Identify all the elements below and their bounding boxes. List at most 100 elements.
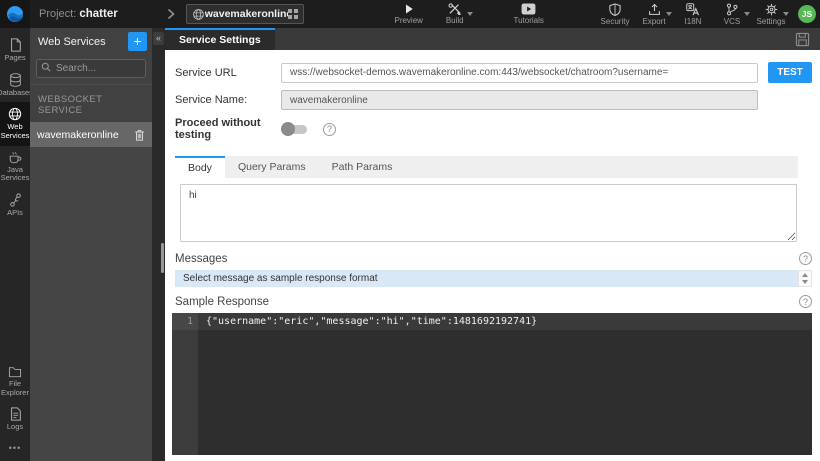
sidebar-item-web-services[interactable]: Web Services	[0, 102, 30, 146]
project-label: Project:	[39, 8, 77, 20]
service-url-label: Service URL	[175, 66, 237, 79]
service-list-item-wavemakeronline[interactable]: wavemakeronline	[30, 122, 152, 147]
top-bar: Project: chatter wavemakeronline Preview	[0, 0, 820, 28]
tab-path-params[interactable]: Path Params	[319, 156, 406, 178]
sample-response-help-icon[interactable]: ?	[799, 295, 812, 308]
scroll-up-icon[interactable]	[802, 273, 808, 277]
editor-tab-bar: Service Settings	[165, 28, 820, 50]
api-nodes-icon	[9, 193, 21, 207]
service-item-label: wavemakeronline	[37, 128, 119, 141]
shield-icon	[609, 2, 621, 16]
messages-header-row: Messages ?	[175, 252, 812, 265]
tab-service-settings[interactable]: Service Settings	[165, 28, 275, 50]
test-button[interactable]: TEST	[768, 62, 812, 83]
panel-title: Web Services	[38, 35, 106, 48]
chevron-right-icon	[166, 8, 176, 20]
top-right-nav: Security I18N Export I18N	[598, 2, 816, 26]
preview-button[interactable]: Preview	[392, 3, 426, 25]
gear-icon	[765, 3, 777, 15]
more-options-icon[interactable]: •••	[0, 437, 30, 461]
web-services-panel: Web Services + WEBSOCKET SERVICE wavemak…	[30, 28, 152, 461]
collapse-panel-button[interactable]: «	[153, 32, 164, 45]
service-url-input[interactable]	[281, 62, 758, 83]
sidebar-item-pages[interactable]: Pages	[0, 33, 30, 68]
user-avatar[interactable]: JS	[798, 5, 816, 23]
add-service-button[interactable]: +	[128, 32, 147, 51]
sidebar-item-databases[interactable]: Databases	[0, 68, 33, 103]
editor-gutter: 1	[172, 313, 198, 455]
open-service-tab[interactable]: wavemakeronline	[185, 4, 304, 24]
proceed-help-icon[interactable]: ?	[323, 122, 336, 136]
project-breadcrumb: Project: chatter	[39, 8, 118, 20]
globe-icon	[8, 108, 22, 121]
messages-help-icon[interactable]: ?	[799, 252, 812, 265]
select-message-hint[interactable]: Select message as sample response format	[175, 270, 798, 287]
left-rail: Pages Databases Web Services Java Servic…	[0, 28, 33, 461]
service-name-input[interactable]	[281, 90, 758, 110]
main-area: Service Settings Service URL TEST Se	[165, 28, 820, 461]
wavemaker-logo-icon	[7, 6, 23, 22]
grid-icon	[287, 9, 298, 19]
request-tabs: Body Query Params Path Params	[175, 156, 798, 178]
caret-down-icon	[666, 11, 672, 16]
globe-icon	[192, 8, 204, 20]
messages-scrollbar[interactable]	[798, 270, 812, 287]
trash-icon[interactable]	[134, 129, 145, 141]
save-floppy-icon	[795, 32, 810, 46]
service-url-row: Service URL TEST	[175, 62, 812, 83]
export-upload-icon	[648, 3, 660, 15]
sidebar-item-java-services[interactable]: Java Services	[0, 146, 30, 188]
search-input[interactable]	[36, 59, 146, 78]
branch-icon	[726, 3, 738, 15]
translate-icon	[686, 2, 700, 15]
caret-down-icon	[466, 12, 473, 16]
body-message-textarea[interactable]: hi	[180, 184, 797, 242]
i18n-button[interactable]: I18N	[676, 2, 710, 26]
folder-icon	[8, 367, 22, 378]
sample-response-label: Sample Response	[175, 295, 269, 308]
panel-header: Web Services +	[30, 28, 152, 55]
sidebar-item-apis[interactable]: APIs	[0, 188, 30, 223]
export-button[interactable]: I18N Export	[637, 3, 672, 26]
service-search	[36, 58, 146, 78]
tab-body[interactable]: Body	[175, 156, 225, 178]
save-button[interactable]	[795, 28, 810, 50]
search-icon	[41, 62, 51, 72]
tab-query-params[interactable]: Query Params	[225, 156, 319, 178]
sample-response-header-row: Sample Response ?	[175, 295, 812, 308]
code-line-1: {"username":"eric","message":"hi","time"…	[198, 313, 812, 330]
divider-drag-handle[interactable]	[161, 243, 164, 273]
line-number: 1	[172, 313, 198, 330]
coffee-cup-icon	[9, 151, 22, 163]
service-name-label: Service Name:	[175, 94, 248, 106]
log-file-icon	[10, 407, 21, 422]
sidebar-item-logs[interactable]: Logs	[0, 402, 30, 437]
sample-response-editor[interactable]: 1 {"username":"eric","message":"hi","tim…	[172, 313, 812, 455]
rail-spacer	[0, 222, 30, 361]
top-nav: Preview Build Tutorials	[392, 3, 546, 25]
messages-select-row: Select message as sample response format	[175, 270, 812, 287]
proceed-row: Proceed without testing ?	[175, 117, 812, 141]
build-button[interactable]: Build	[438, 3, 473, 25]
scroll-down-icon[interactable]	[802, 280, 808, 284]
messages-label: Messages	[175, 252, 228, 265]
service-settings-form: Service URL TEST Service Name: Proceed w…	[165, 50, 820, 461]
wavemaker-logo[interactable]	[0, 0, 30, 28]
caret-down-icon	[783, 11, 789, 16]
wavemaker-studio: Project: chatter wavemakeronline Preview	[0, 0, 820, 461]
video-icon	[521, 3, 536, 15]
tutorials-button[interactable]: Tutorials	[512, 3, 546, 25]
proceed-toggle[interactable]	[281, 121, 309, 137]
caret-down-icon	[744, 11, 750, 16]
project-name: chatter	[79, 8, 118, 20]
proceed-without-testing-label: Proceed without testing	[175, 117, 261, 141]
sidebar-item-file-explorer[interactable]: File Explorer	[0, 361, 30, 402]
security-button[interactable]: Security	[598, 2, 632, 26]
editor-code-area[interactable]: {"username":"eric","message":"hi","time"…	[198, 313, 812, 455]
settings-button[interactable]: Settings	[754, 3, 789, 26]
service-name-row: Service Name:	[175, 90, 812, 110]
panel-divider: «	[152, 28, 165, 461]
vcs-button[interactable]: VCS	[715, 3, 750, 26]
toggle-knob	[281, 122, 295, 136]
database-icon	[9, 72, 21, 87]
